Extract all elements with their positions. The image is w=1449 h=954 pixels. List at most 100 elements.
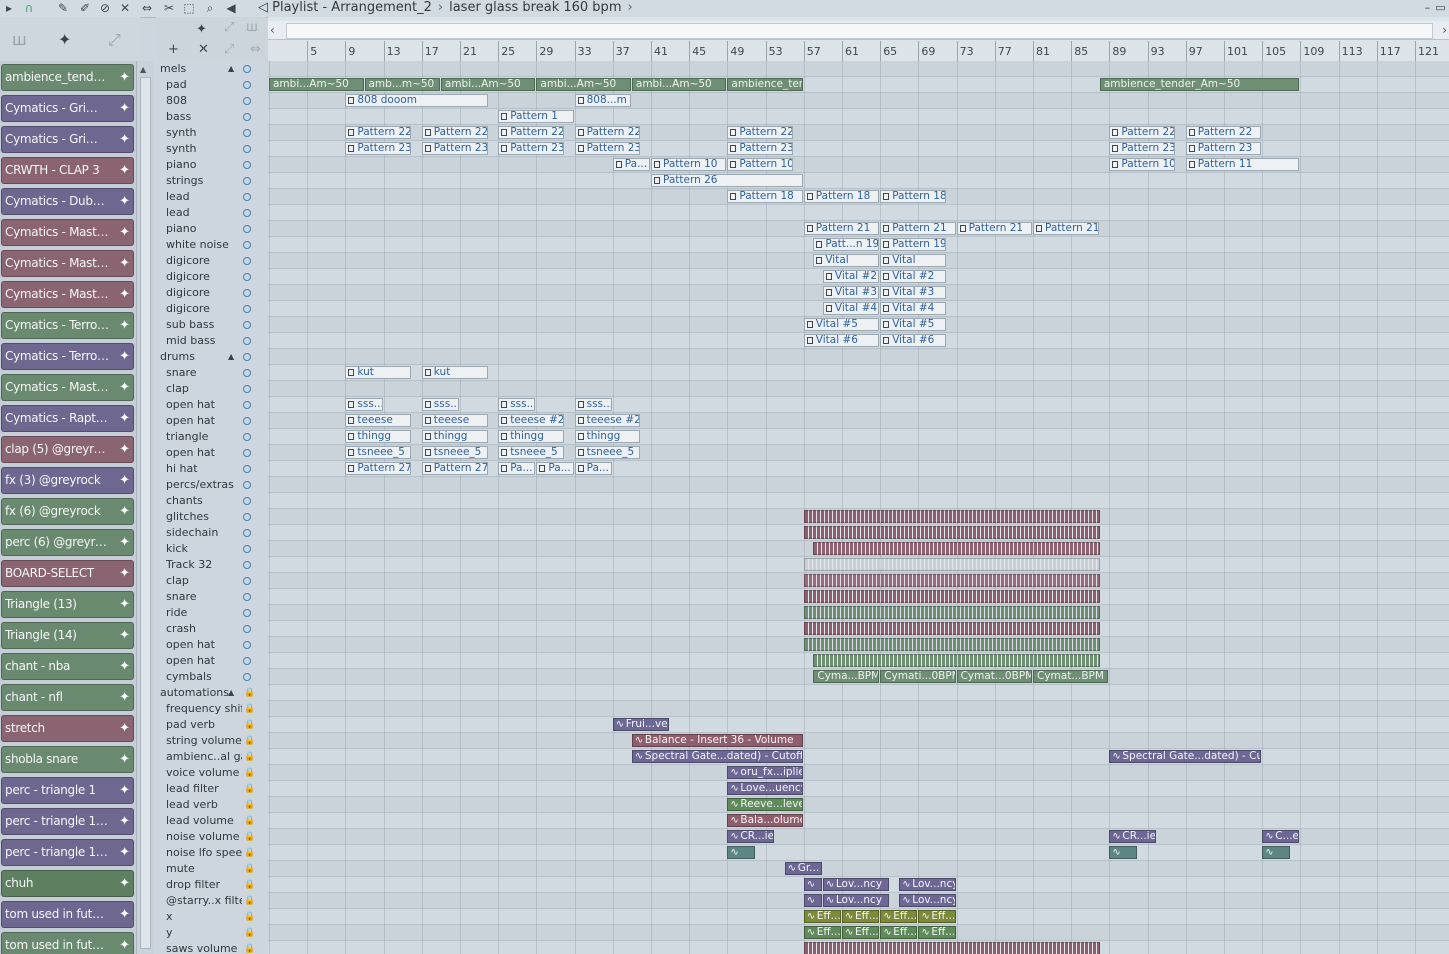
- audio-clip[interactable]: ambience_tender_Am~50: [1099, 78, 1300, 91]
- clip-list-scrollbar[interactable]: ▲: [136, 61, 153, 954]
- track-lane[interactable]: [268, 61, 1449, 77]
- automation-clip[interactable]: Eff...: [842, 926, 880, 939]
- lock-icon[interactable]: 🔒: [244, 910, 255, 925]
- clip-source-item[interactable]: ambience_tender_A... ✦: [1, 64, 134, 91]
- automation-clip[interactable]: Lov...ncy: [822, 878, 889, 891]
- pattern-clip[interactable]: Vital: [813, 254, 880, 267]
- pattern-clip[interactable]: tsneee_5: [345, 446, 412, 459]
- track-enable-icon[interactable]: [243, 257, 251, 265]
- track-header[interactable]: pad: [156, 77, 260, 93]
- collapse-icon[interactable]: ▲: [228, 349, 234, 364]
- lock-icon[interactable]: 🔒: [244, 766, 255, 781]
- track-enable-icon[interactable]: [243, 65, 251, 73]
- track-header[interactable]: lead filter 🔒: [156, 781, 260, 797]
- pattern-clip[interactable]: Pattern 23: [574, 142, 641, 155]
- audio-tool-icon[interactable]: ✦: [196, 22, 207, 37]
- dense-clip-group[interactable]: [803, 590, 1100, 603]
- track-enable-icon[interactable]: [243, 401, 251, 409]
- pattern-clip[interactable]: Pattern 10: [727, 158, 794, 171]
- clip-source-item[interactable]: Cymatics - Terror Rid... ✦: [1, 312, 134, 339]
- track-header[interactable]: noise lfo speed 🔒: [156, 845, 260, 861]
- draw-icon[interactable]: ✎: [56, 1, 70, 15]
- automation-clip[interactable]: CR...ier: [1109, 830, 1157, 843]
- track-header[interactable]: open hat: [156, 413, 260, 429]
- scroll-right-icon[interactable]: ›: [1442, 23, 1447, 37]
- pattern-clip[interactable]: Vital #2: [822, 270, 880, 283]
- automation-clip[interactable]: Lov...ncy: [899, 878, 956, 891]
- pattern-clip[interactable]: Pa...: [536, 462, 574, 475]
- automation-clip[interactable]: Eff...: [803, 910, 841, 923]
- pattern-clip[interactable]: Pattern 22: [498, 126, 565, 139]
- lock-icon[interactable]: 🔒: [244, 734, 255, 749]
- track-enable-icon[interactable]: [243, 289, 251, 297]
- track-header[interactable]: open hat: [156, 445, 260, 461]
- track-enable-icon[interactable]: [243, 225, 251, 233]
- track-enable-icon[interactable]: [243, 465, 251, 473]
- track-header[interactable]: percs/extras: [156, 477, 260, 493]
- mute-icon[interactable]: ✕: [118, 1, 132, 15]
- track-header[interactable]: saws volume 🔒: [156, 941, 260, 954]
- pattern-clip[interactable]: Pattern 27: [421, 462, 488, 475]
- pattern-clip[interactable]: tsneee_5: [574, 446, 641, 459]
- pattern-clip[interactable]: Pattern 23: [498, 142, 565, 155]
- automation-clip[interactable]: Love...uency: [727, 782, 803, 795]
- automation-clip[interactable]: Eff...: [803, 926, 841, 939]
- clip-source-item[interactable]: Cymatics - Grime Kic... ✦: [1, 95, 134, 122]
- track-header[interactable]: frequency shift 🔒: [156, 701, 260, 717]
- menu-arrow-icon[interactable]: ▸: [2, 1, 16, 15]
- select-icon[interactable]: ⬚: [182, 1, 196, 15]
- collapse-icon[interactable]: ▲: [228, 61, 234, 76]
- track-header[interactable]: ride: [156, 605, 260, 621]
- clip-source-item[interactable]: perc - triangle 1 #2 ✦: [1, 839, 134, 866]
- playback-icon[interactable]: ◀: [224, 1, 238, 15]
- edit-icon[interactable]: ⤢: [224, 42, 234, 57]
- automation-clip[interactable]: Spectral Gate...dated) - Cutoff: [631, 750, 803, 763]
- track-lane[interactable]: [268, 173, 1449, 189]
- link-icon[interactable]: ⤢: [224, 20, 234, 35]
- lock-icon[interactable]: 🔒: [244, 686, 255, 701]
- automation-clip[interactable]: [727, 846, 756, 859]
- collapse-icon[interactable]: ▲: [228, 685, 234, 700]
- scroll-thumb[interactable]: [140, 77, 151, 949]
- automation-clip[interactable]: CR...ier: [727, 830, 775, 843]
- pattern-clip[interactable]: thingg: [498, 430, 565, 443]
- audio-clip[interactable]: ambi...Am~50: [631, 78, 727, 91]
- lock-icon[interactable]: 🔒: [244, 878, 255, 893]
- overview-scrollbar[interactable]: ‹ ›: [268, 21, 1449, 40]
- pattern-clip[interactable]: teeese: [421, 414, 488, 427]
- track-enable-icon[interactable]: [243, 97, 251, 105]
- track-header[interactable]: bass: [156, 109, 260, 125]
- track-header[interactable]: hi hat: [156, 461, 260, 477]
- clip-source-item[interactable]: tom used in futuristic... ✦: [1, 901, 134, 928]
- automation-clip[interactable]: Balance - Insert 36 - Volume: [631, 734, 803, 747]
- add-icon[interactable]: +: [168, 42, 179, 57]
- song-name[interactable]: laser glass break 160 bpm: [449, 0, 621, 15]
- clip-source-item[interactable]: stretch ✦: [1, 715, 134, 742]
- pattern-clip[interactable]: Pattern 10: [1109, 158, 1176, 171]
- pattern-clip[interactable]: Pattern 22: [574, 126, 641, 139]
- pattern-clip[interactable]: Pa...: [574, 462, 612, 475]
- lock-icon[interactable]: 🔒: [244, 894, 255, 909]
- automation-clip[interactable]: Frui...vel: [612, 718, 670, 731]
- pattern-clip[interactable]: thingg: [574, 430, 641, 443]
- automation-clip[interactable]: C...er: [1262, 830, 1300, 843]
- track-header[interactable]: synth: [156, 125, 260, 141]
- pattern-clip[interactable]: Pattern 22: [1109, 126, 1176, 139]
- pattern-clip[interactable]: Vital #4: [822, 302, 880, 315]
- clip-source-item[interactable]: fx (3) @greyrock ✦: [1, 467, 134, 494]
- track-lane[interactable]: [268, 861, 1449, 877]
- overview-thumb[interactable]: [286, 23, 1433, 39]
- track-enable-icon[interactable]: [243, 209, 251, 217]
- track-lane[interactable]: [268, 733, 1449, 749]
- pattern-clip[interactable]: Vital #2: [880, 270, 947, 283]
- track-header[interactable]: voice volume 🔒: [156, 765, 260, 781]
- pattern-clip[interactable]: tsneee_5: [421, 446, 488, 459]
- track-header[interactable]: clap: [156, 573, 260, 589]
- track-enable-icon[interactable]: [243, 193, 251, 201]
- track-lane[interactable]: [268, 381, 1449, 397]
- lock-icon[interactable]: 🔒: [244, 862, 255, 877]
- track-enable-icon[interactable]: [243, 673, 251, 681]
- lock-icon[interactable]: 🔒: [244, 942, 255, 954]
- pattern-clip[interactable]: Pattern 18: [803, 190, 880, 203]
- track-group-header[interactable]: automations ▲ 🔒: [156, 685, 260, 701]
